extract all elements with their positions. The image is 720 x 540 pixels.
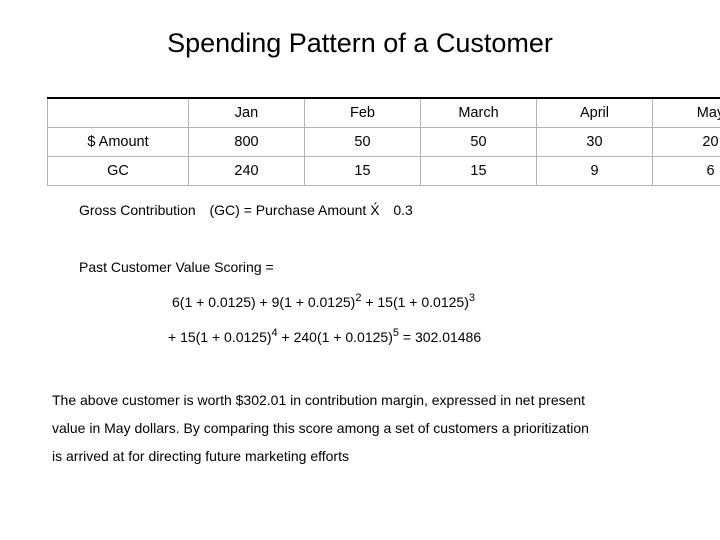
past-customer-value-label: Past Customer Value Scoring = [79,257,274,277]
table-header-march: March [420,98,537,128]
gc-abbrev: (GC) [209,202,240,218]
cell-amount-jan: 800 [188,127,305,157]
paragraph-line-1: The above customer is worth $302.01 in c… [52,392,586,408]
gc-expression: Purchase Amount [255,202,367,218]
table-row-amount: $ Amount 800 50 50 30 20 [47,127,720,157]
spending-pattern-table: Jan Feb March April May $ Amount 800 50 … [47,97,720,186]
cell-gc-may: 6 [652,156,720,186]
cell-gc-march: 15 [420,156,537,186]
table-header-feb: Feb [304,98,421,128]
table-corner-cell [47,98,189,128]
cell-amount-march: 50 [420,127,537,157]
pcv-formula-line-1: 6(1 + 0.0125) + 9(1 + 0.0125)2 + 15(1 + … [172,292,475,314]
formula2-exponent-4: 4 [271,327,278,339]
formula1-exponent-2: 2 [355,292,362,304]
gc-equals: = [243,202,252,218]
formula2-term2: + 240(1 + 0.0125) [277,329,393,345]
paragraph-line-2: value in May dollars. By comparing this … [52,420,589,436]
table-row-gc: GC 240 15 15 9 6 [47,156,720,186]
pcv-equals: = [265,259,274,275]
formula2-exponent-5: 5 [392,327,399,339]
gc-rate: 0.3 [393,202,413,218]
explanation-paragraph: The above customer is worth $302.01 in c… [52,386,692,470]
cell-amount-may: 20 [652,127,720,157]
formula1-term2: + 15(1 + 0.0125) [361,294,469,310]
formula2-term1: + 15(1 + 0.0125) [168,329,272,345]
cell-amount-feb: 50 [304,127,421,157]
cell-gc-feb: 15 [304,156,421,186]
table-header-may: May [652,98,720,128]
pcv-formula-line-2: + 15(1 + 0.0125)4 + 240(1 + 0.0125)5 = 3… [168,327,481,349]
row-label-gc: GC [47,156,189,186]
cell-gc-april: 9 [536,156,653,186]
table-header-april: April [536,98,653,128]
formula2-result: = 302.01486 [398,329,482,345]
multiplication-icon: X́ [370,202,380,218]
table-header-jan: Jan [188,98,305,128]
page-title: Spending Pattern of a Customer [167,28,553,58]
gross-contribution-definition: Gross Contribution (GC) = Purchase Amoun… [79,200,413,220]
paragraph-line-3: is arrived at for directing future marke… [52,448,349,464]
table-header-row: Jan Feb March April May [47,98,720,128]
pcv-label-text: Past Customer Value Scoring [79,259,262,275]
row-label-amount: $ Amount [47,127,189,157]
cell-gc-jan: 240 [188,156,305,186]
formula1-exponent-3: 3 [468,292,475,304]
formula1-term1: 6(1 + 0.0125) + 9(1 + 0.0125) [172,294,356,310]
cell-amount-april: 30 [536,127,653,157]
gc-term: Gross Contribution [79,202,196,218]
